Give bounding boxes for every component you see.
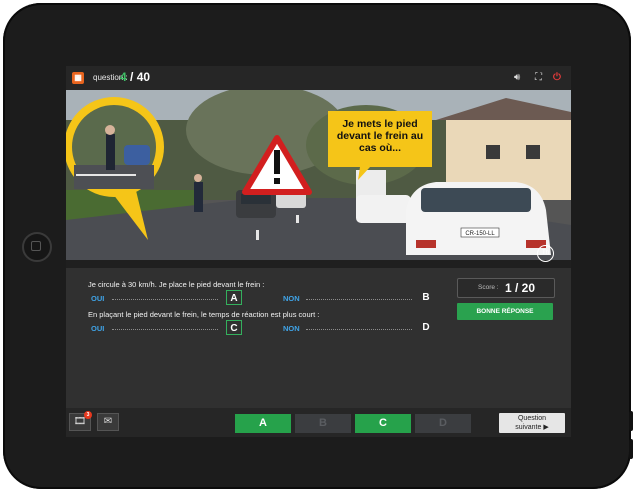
total-questions: / 40 <box>130 70 151 84</box>
question-counter: 4 / 40 <box>120 70 150 84</box>
answer-letter-c[interactable]: C <box>226 320 242 335</box>
key-b[interactable]: B <box>295 414 351 433</box>
app-logo-icon[interactable]: ▦ <box>72 72 84 84</box>
score-value: 1 / 20 <box>505 281 536 295</box>
bottom-bar: 🎞︎ 3 ✉ A B C D Question suivante ▶ <box>66 408 571 437</box>
mail-icon[interactable]: ✉ <box>97 413 119 431</box>
next-label-1: Question <box>517 415 547 422</box>
answer-non-1[interactable]: NON <box>283 294 300 303</box>
question-photo: CR-150-LL Je mets le pied devant le frei… <box>66 90 571 268</box>
answer-letter-d[interactable]: D <box>418 320 434 335</box>
key-c[interactable]: C <box>355 414 411 433</box>
result-badge: BONNE RÉPONSE <box>457 303 553 320</box>
road-scene-illustration: CR-150-LL <box>66 90 571 268</box>
next-label-2: suivante ▶ <box>515 423 549 431</box>
play-icon: ▶ <box>543 423 549 431</box>
score-box: Score : 1 / 20 <box>457 278 555 298</box>
question-text-1: Je circule à 30 km/h. Je place le pied d… <box>88 280 265 289</box>
film-icon[interactable]: 🎞︎ 3 <box>69 411 92 431</box>
home-button[interactable] <box>22 232 52 262</box>
watermark-badge: Th <box>537 245 554 262</box>
question-text-2: En plaçant le pied devant le frein, le t… <box>88 310 320 319</box>
key-d[interactable]: D <box>415 414 471 433</box>
key-a[interactable]: A <box>235 414 291 433</box>
volume-side-button <box>629 411 633 431</box>
answer-letter-b[interactable]: B <box>418 290 434 305</box>
current-question: 4 <box>120 70 127 84</box>
app-screen: ▦ question : 4 / 40 🔊︎ ⛶ ⏻ CR-150-LL Je … <box>66 66 571 437</box>
next-question-button[interactable]: Question suivante ▶ <box>499 413 565 433</box>
dotted-leader <box>112 299 218 300</box>
fullscreen-icon[interactable]: ⛶ <box>535 72 542 84</box>
top-bar: ▦ question : 4 / 40 🔊︎ ⛶ ⏻ <box>66 66 571 90</box>
dotted-leader <box>306 299 412 300</box>
dotted-leader <box>306 329 412 330</box>
dotted-leader <box>112 329 218 330</box>
score-label: Score : <box>478 284 499 291</box>
answer-oui-1[interactable]: OUI <box>91 294 104 303</box>
answer-non-2[interactable]: NON <box>283 324 300 333</box>
license-plate: CR-150-LL <box>465 231 495 237</box>
power-icon[interactable]: ⏻ <box>553 72 561 84</box>
speaker-icon[interactable]: 🔊︎ <box>514 72 520 84</box>
questions-panel: Je circule à 30 km/h. Je place le pied d… <box>66 268 571 408</box>
answer-letter-a[interactable]: A <box>226 290 242 305</box>
notification-badge: 3 <box>84 411 92 419</box>
answer-oui-2[interactable]: OUI <box>91 324 104 333</box>
volume-side-button-2 <box>629 439 633 459</box>
speech-bubble-text: Je mets le pied devant le frein au cas o… <box>336 118 424 154</box>
